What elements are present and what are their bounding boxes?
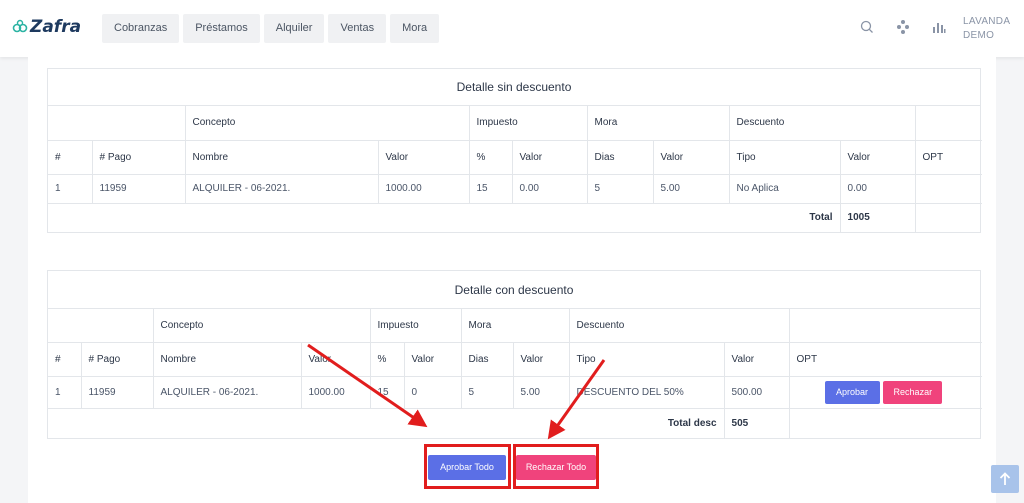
nav-item-alquiler[interactable]: Alquiler xyxy=(263,14,325,43)
apps-icon[interactable] xyxy=(894,18,912,36)
cell-dias: 5 xyxy=(461,376,514,409)
column-header-row: # # Pago Nombre Valor % Valor Dias Valor… xyxy=(48,140,983,175)
top-navbar: Zafra Cobranzas Préstamos Alquiler Venta… xyxy=(0,0,1024,57)
cell-imp-valor: 0 xyxy=(404,376,462,409)
total-value: 505 xyxy=(724,408,790,438)
col-pago: # Pago xyxy=(92,140,186,175)
nav-item-prestamos[interactable]: Préstamos xyxy=(183,14,260,43)
col-imp-valor: Valor xyxy=(404,342,462,377)
user-company: DEMO xyxy=(963,30,995,41)
row-actions: Aprobar Rechazar xyxy=(789,376,983,409)
cell-num: 1 xyxy=(48,376,82,409)
cell-pct: 15 xyxy=(370,376,405,409)
nav-item-mora[interactable]: Mora xyxy=(390,14,440,43)
col-mora-valor: Valor xyxy=(513,342,570,377)
col-mora-valor: Valor xyxy=(653,140,730,175)
col-opt: OPT xyxy=(789,342,983,377)
cell-valor: 1000.00 xyxy=(301,376,371,409)
col-desc-valor: Valor xyxy=(840,140,916,175)
scroll-to-top-button[interactable] xyxy=(991,465,1019,493)
cell-valor: 1000.00 xyxy=(378,174,470,204)
detalle-sin-descuento-card: Detalle sin descuento Concepto Impuesto … xyxy=(47,68,983,233)
reject-button[interactable]: Rechazar xyxy=(883,380,943,404)
total-row: Total desc 505 xyxy=(48,408,982,438)
col-opt: OPT xyxy=(915,140,983,175)
logo-icon xyxy=(12,19,28,33)
detalle-sin-descuento-table: Concepto Impuesto Mora Descuento # # Pag… xyxy=(48,106,983,232)
group-descuento: Descuento xyxy=(569,309,790,343)
col-num: # xyxy=(48,140,93,175)
col-pago: # Pago xyxy=(81,342,154,377)
col-desc-valor: Valor xyxy=(724,342,790,377)
card-title: Detalle sin descuento xyxy=(48,69,980,106)
group-impuesto: Impuesto xyxy=(469,106,588,141)
col-valor: Valor xyxy=(301,342,371,377)
col-tipo: Tipo xyxy=(729,140,841,175)
group-concepto: Concepto xyxy=(185,106,470,141)
main-nav: Cobranzas Préstamos Alquiler Ventas Mora xyxy=(102,14,440,43)
group-header-row: Concepto Impuesto Mora Descuento xyxy=(48,309,983,343)
annotation-box-reject-all xyxy=(513,444,599,489)
group-impuesto: Impuesto xyxy=(370,309,462,343)
nav-item-ventas[interactable]: Ventas xyxy=(328,14,387,43)
approve-button[interactable]: Aprobar xyxy=(824,380,880,404)
user-menu[interactable]: LAVANDA DEMO xyxy=(963,15,1010,43)
col-num: # xyxy=(48,342,82,377)
cell-desc-valor: 500.00 xyxy=(724,376,790,409)
search-icon[interactable] xyxy=(858,18,876,36)
col-dias: Dias xyxy=(461,342,514,377)
total-row: Total 1005 xyxy=(48,203,982,232)
header-icons xyxy=(858,18,948,36)
cell-nombre: ALQUILER - 06-2021. xyxy=(153,376,302,409)
cell-pct: 15 xyxy=(469,174,513,204)
cell-pago: 11959 xyxy=(81,376,154,409)
col-pct: % xyxy=(370,342,405,377)
table-row: 1 11959 ALQUILER - 06-2021. 1000.00 15 0… xyxy=(48,376,983,409)
annotation-box-approve-all xyxy=(424,444,511,489)
col-pct: % xyxy=(469,140,513,175)
group-mora: Mora xyxy=(461,309,570,343)
bar-chart-icon[interactable] xyxy=(930,18,948,36)
logo-text: Zafra xyxy=(30,17,82,37)
cell-tipo: No Aplica xyxy=(729,174,841,204)
cell-dias: 5 xyxy=(587,174,654,204)
cell-num: 1 xyxy=(48,174,93,204)
cell-imp-valor: 0.00 xyxy=(512,174,588,204)
col-valor: Valor xyxy=(378,140,470,175)
cell-mora-valor: 5.00 xyxy=(513,376,570,409)
total-label: Total desc xyxy=(48,408,725,438)
detalle-con-descuento-table: Concepto Impuesto Mora Descuento # # Pag… xyxy=(48,309,983,438)
group-header-row: Concepto Impuesto Mora Descuento xyxy=(48,106,983,141)
app-logo[interactable]: Zafra xyxy=(12,17,81,37)
col-dias: Dias xyxy=(587,140,654,175)
group-mora: Mora xyxy=(587,106,730,141)
group-concepto: Concepto xyxy=(153,309,371,343)
table-row: 1 11959 ALQUILER - 06-2021. 1000.00 15 0… xyxy=(48,174,983,204)
col-tipo: Tipo xyxy=(569,342,725,377)
nav-item-cobranzas[interactable]: Cobranzas xyxy=(102,14,180,43)
cell-mora-valor: 5.00 xyxy=(653,174,730,204)
card-title: Detalle con descuento xyxy=(48,271,980,309)
cell-desc-valor: 0.00 xyxy=(840,174,916,204)
cell-nombre: ALQUILER - 06-2021. xyxy=(185,174,379,204)
arrow-up-icon xyxy=(999,472,1011,485)
cell-pago: 11959 xyxy=(92,174,186,204)
user-name: LAVANDA xyxy=(963,16,1011,27)
total-label: Total xyxy=(48,203,841,232)
cell-tipo: DESCUENTO DEL 50% xyxy=(569,376,725,409)
total-value: 1005 xyxy=(840,203,916,232)
col-nombre: Nombre xyxy=(185,140,379,175)
col-imp-valor: Valor xyxy=(512,140,588,175)
group-descuento: Descuento xyxy=(729,106,916,141)
column-header-row: # # Pago Nombre Valor % Valor Dias Valor… xyxy=(48,342,983,377)
col-nombre: Nombre xyxy=(153,342,302,377)
detalle-con-descuento-card: Detalle con descuento Concepto Impuesto … xyxy=(47,270,983,439)
